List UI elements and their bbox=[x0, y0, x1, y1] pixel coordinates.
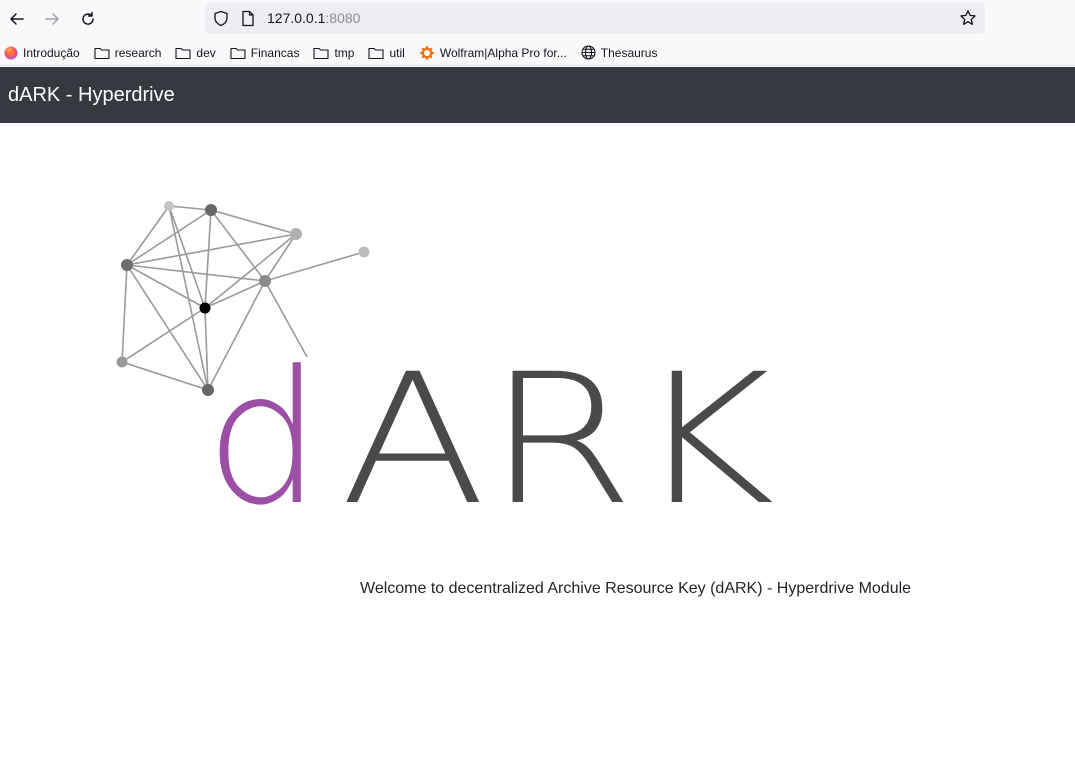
bookmark-research[interactable]: research bbox=[94, 45, 162, 60]
globe-icon bbox=[581, 45, 596, 60]
firefox-icon bbox=[4, 46, 18, 59]
bookmarks-toolbar: Introdução research dev Financas tmp uti… bbox=[0, 40, 1075, 66]
node bbox=[205, 204, 217, 216]
logo-letters-ark: ARK bbox=[340, 336, 775, 520]
page-icon bbox=[242, 10, 254, 27]
folder-icon bbox=[313, 47, 330, 59]
navbar-brand[interactable]: dARK - Hyperdrive bbox=[8, 84, 175, 107]
reload-button[interactable] bbox=[75, 6, 101, 32]
welcome-message: Welcome to decentralized Archive Resourc… bbox=[360, 580, 912, 597]
bookmark-dev[interactable]: dev bbox=[175, 45, 216, 60]
node bbox=[290, 228, 302, 240]
bookmark-label: Financas bbox=[250, 45, 300, 60]
bookmark-label: Wolfram|Alpha Pro for... bbox=[439, 45, 567, 60]
folder-icon bbox=[230, 47, 246, 59]
node bbox=[259, 275, 271, 287]
bookmark-util[interactable]: util bbox=[368, 45, 405, 60]
node bbox=[358, 246, 370, 258]
node bbox=[116, 356, 128, 368]
bookmark-tmp[interactable]: tmp bbox=[313, 46, 354, 60]
wolfram-icon bbox=[419, 45, 435, 60]
forward-button[interactable] bbox=[39, 6, 65, 32]
bookmark-star-icon[interactable] bbox=[959, 9, 977, 27]
reload-icon bbox=[82, 11, 94, 25]
url-port: :8080 bbox=[325, 10, 361, 26]
node bbox=[199, 302, 211, 314]
bookmark-label: research bbox=[114, 45, 162, 60]
address-bar[interactable]: 127.0.0.1:8080 bbox=[205, 3, 985, 34]
bookmark-label: tmp bbox=[334, 45, 355, 60]
node bbox=[164, 201, 174, 211]
bookmark-label: dev bbox=[196, 45, 216, 60]
bookmark-wolfram[interactable]: Wolfram|Alpha Pro for... bbox=[419, 45, 567, 61]
logo-letter-d: d bbox=[205, 332, 322, 520]
bookmark-financas[interactable]: Financas bbox=[230, 45, 300, 60]
url-text[interactable]: 127.0.0.1:8080 bbox=[267, 10, 360, 26]
app-navbar: dARK - Hyperdrive bbox=[0, 67, 1075, 123]
bookmark-introducao[interactable]: Introdução bbox=[4, 46, 80, 60]
bookmark-thesaurus[interactable]: Thesaurus bbox=[581, 45, 658, 60]
shield-icon[interactable] bbox=[213, 10, 229, 27]
node bbox=[121, 259, 133, 271]
bookmark-label: Introdução bbox=[23, 45, 80, 60]
folder-icon bbox=[175, 47, 191, 59]
arrow-right-icon bbox=[45, 13, 59, 25]
browser-toolbar: 127.0.0.1:8080 bbox=[0, 0, 1075, 40]
folder-icon bbox=[94, 47, 110, 59]
bookmark-label: Thesaurus bbox=[600, 45, 658, 60]
folder-icon bbox=[368, 47, 385, 59]
arrow-left-icon bbox=[10, 13, 24, 25]
bookmark-label: util bbox=[389, 45, 405, 60]
back-button[interactable] bbox=[4, 6, 30, 32]
dark-logo: d ARK bbox=[116, 201, 775, 520]
url-host: 127.0.0.1 bbox=[267, 10, 326, 26]
